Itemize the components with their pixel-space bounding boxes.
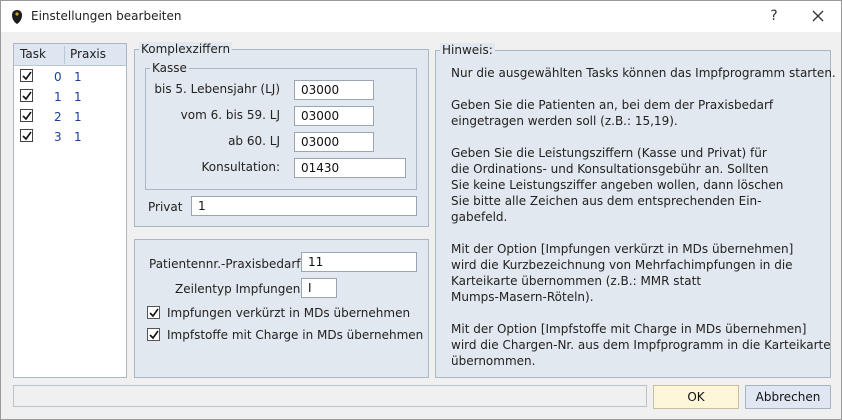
ab-60-input[interactable] [294,132,374,152]
impfungen-verkuerzt-checkbox[interactable] [147,306,160,319]
hinweis-line: Mit der Option [Impfstoffe mit Charge in… [451,322,807,336]
hinweis-group: Hinweis: Nur die ausgewählten Tasks könn… [435,43,836,378]
column-header-task[interactable]: Task [20,47,46,61]
help-button[interactable]: ? [759,5,789,27]
checkmark-icon [22,111,32,121]
zeilentyp-label: Zeilentyp Impfungen [175,282,301,296]
window-title: Einstellungen bearbeiten [31,9,182,23]
kasse-group: Kasse bis 5. Lebensjahr (LJ) vom 6. bis … [145,61,417,190]
hinweis-line: gabefeld. [451,210,508,224]
field-label-vom-6: vom 6. bis 59. LJ [180,108,280,122]
privat-label: Privat [148,200,183,214]
column-header-praxis[interactable]: Praxis [70,47,106,61]
task-number: 1 [54,90,62,104]
title-bar: Einstellungen bearbeiten ? [1,1,841,32]
task-checkbox[interactable] [20,89,33,102]
vom-6-bis-59-input[interactable] [294,106,374,126]
bis-5-lj-input[interactable] [294,80,374,100]
checkmark-icon [22,91,32,101]
tasks-list: Task Praxis 0 1 1 1 2 1 3 1 [13,43,127,378]
hinweis-line: Geben Sie die Patienten an, bei dem der … [451,98,774,112]
task-praxis: 1 [74,130,82,144]
hinweis-line: Geben Sie die Leistungsziffern (Kasse un… [451,146,767,160]
hinweis-line: die Ordinations- und Konsultationsgebühr… [451,162,769,176]
hinweis-line: Mumps-Masern-Röteln). [451,290,594,304]
task-number: 2 [54,110,62,124]
column-divider[interactable] [64,46,65,64]
cancel-button[interactable]: Abbrechen [745,385,831,409]
close-icon [812,10,824,22]
komplexziffern-group: Komplexziffern Kasse bis 5. Lebensjahr (… [134,42,429,227]
task-praxis: 1 [74,110,82,124]
task-number: 0 [54,70,62,84]
tasks-header: Task Praxis [14,44,126,66]
app-shield-icon [12,10,22,24]
task-row[interactable]: 0 1 [14,68,126,88]
task-row[interactable]: 2 1 [14,108,126,128]
status-field [13,385,647,407]
patientennr-label: Patientennr.-Praxisbedarf [149,257,301,271]
impfstoffe-charge-label: Impfstoffe mit Charge in MDs übernehmen [167,328,424,342]
field-label-konsultation: Konsultation: [201,160,281,174]
settings-dialog: Einstellungen bearbeiten ? Task Praxis 0… [0,0,842,420]
hinweis-line: eingetragen werden soll (z.B.: 15,19). [451,114,678,128]
hinweis-line: Karteikarte übernommen (z.B.: MMR statt [451,274,702,288]
task-row[interactable]: 1 1 [14,88,126,108]
zeilentyp-input[interactable] [301,278,337,298]
ok-button[interactable]: OK [653,385,739,409]
options-group: Patientennr.-Praxisbedarf Zeilentyp Impf… [134,239,429,378]
checkmark-icon [149,330,159,340]
task-checkbox[interactable] [20,129,33,142]
patientennr-input[interactable] [301,252,417,272]
hinweis-line: Mit der Option [Impfungen verkürzt in MD… [451,242,794,256]
impfungen-verkuerzt-label: Impfungen verkürzt in MDs übernehmen [167,306,411,320]
hinweis-label: Hinweis: [440,43,495,57]
konsultation-input[interactable] [294,158,406,178]
hinweis-line: wird die Kurzbezeichnung von Mehrfachimp… [451,258,793,272]
task-checkbox[interactable] [20,109,33,122]
impfstoffe-charge-checkbox[interactable] [147,328,160,341]
hinweis-line: Sie bitte alle Zeichen aus dem entsprech… [451,194,762,208]
task-praxis: 1 [74,90,82,104]
checkmark-icon [22,71,32,81]
hinweis-line: Nur die ausgewählten Tasks können das Im… [451,66,836,80]
hinweis-line: übernommen. [451,354,536,368]
kasse-label: Kasse [150,61,189,75]
task-checkbox[interactable] [20,69,33,82]
task-row[interactable]: 3 1 [14,128,126,148]
field-label-bis-5: bis 5. Lebensjahr (LJ) [154,82,280,96]
close-button[interactable] [803,5,833,27]
task-number: 3 [54,130,62,144]
hinweis-line: wird die Chargen-Nr. aus dem Impfprogram… [451,338,831,352]
hinweis-line: Sie keine Leistungsziffer angeben wollen… [451,178,784,192]
checkmark-icon [22,131,32,141]
checkmark-icon [149,308,159,318]
task-praxis: 1 [74,70,82,84]
privat-input[interactable] [191,196,417,216]
komplexziffern-label: Komplexziffern [139,42,233,56]
field-label-ab-60: ab 60. LJ [228,134,280,148]
